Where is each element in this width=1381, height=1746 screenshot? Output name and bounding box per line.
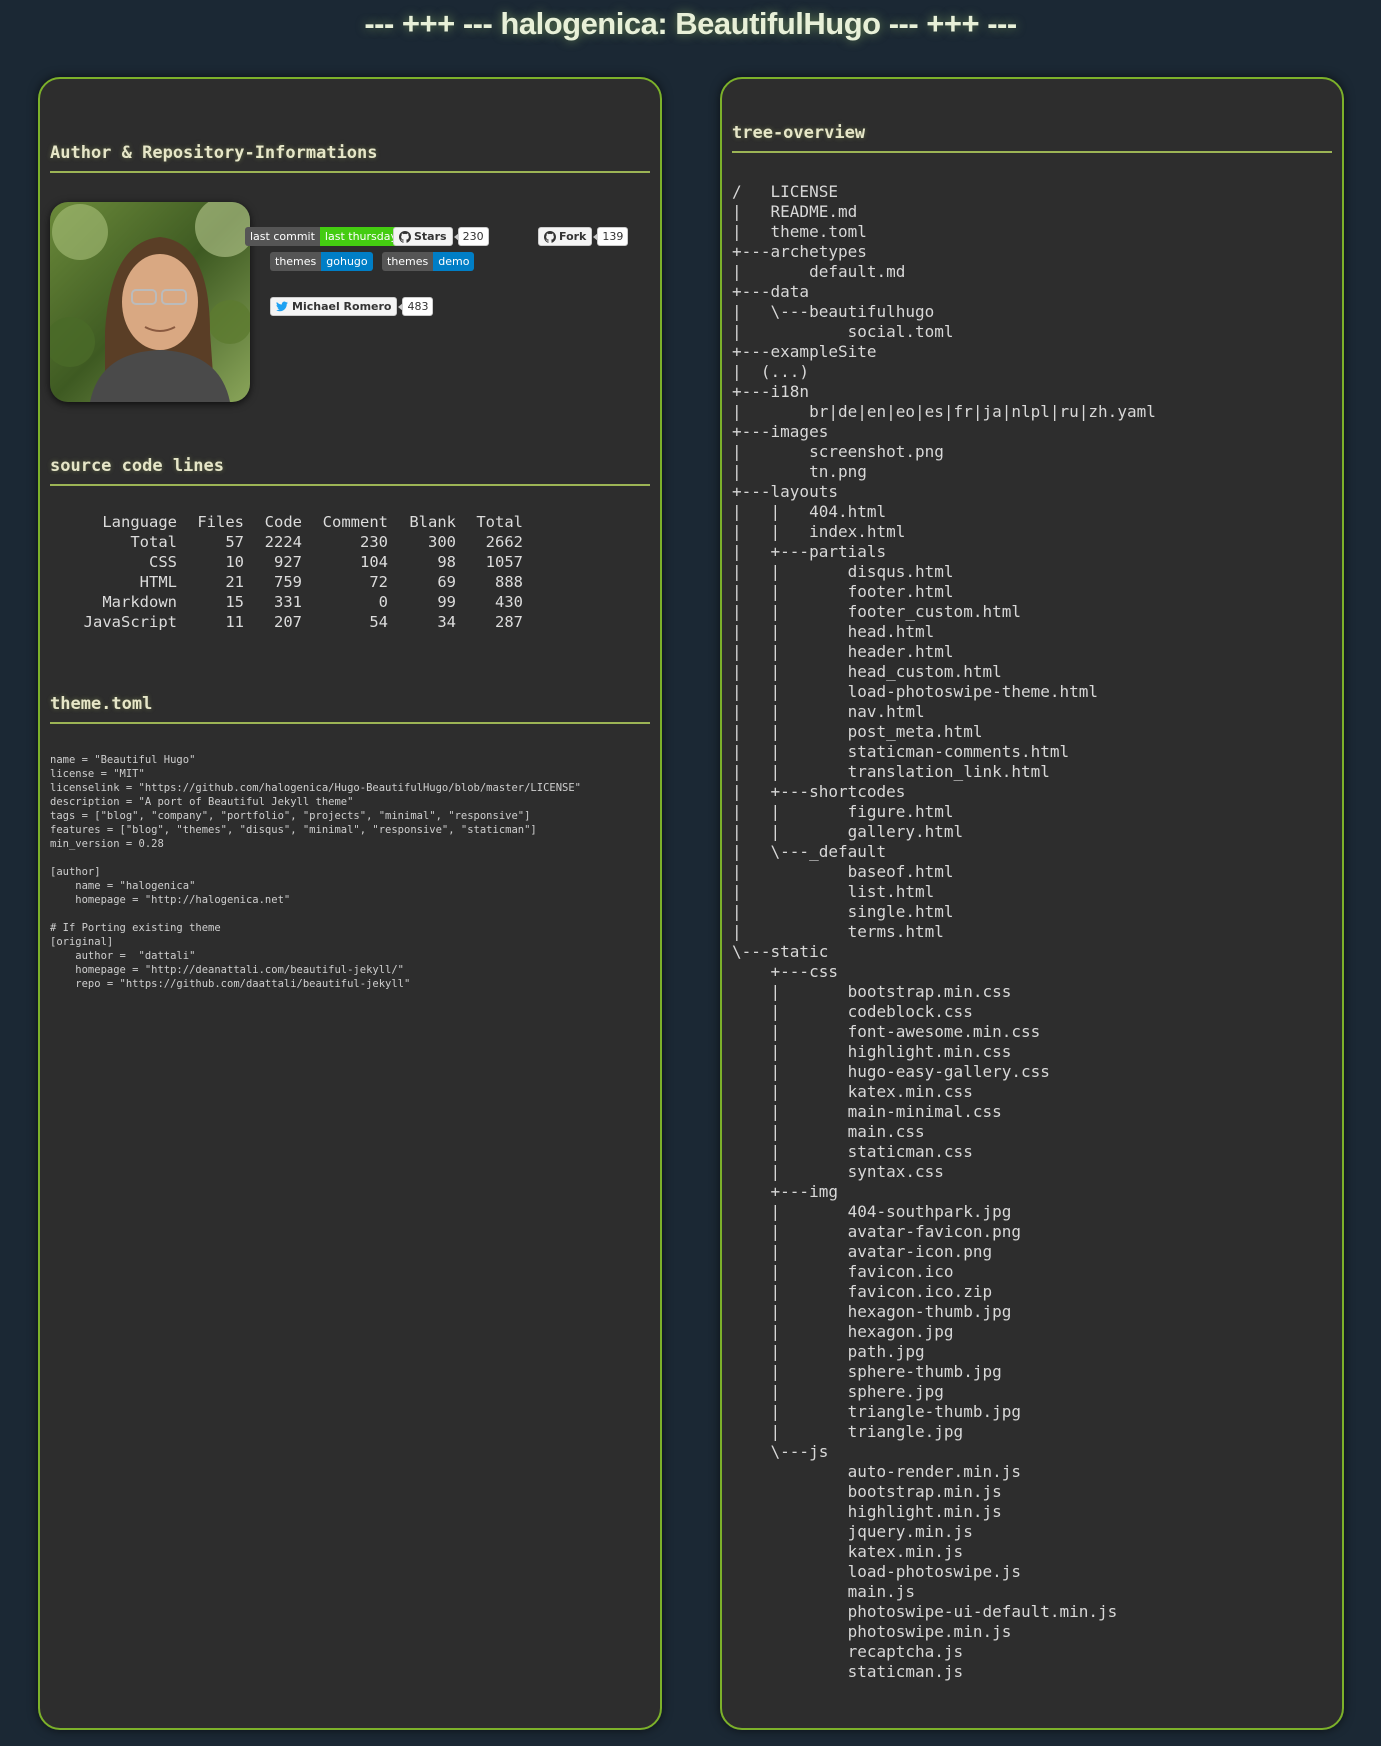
badge-value: gohugo [321,252,373,271]
author-avatar [50,202,250,402]
tree-section-heading: tree-overview [732,123,1332,153]
badge-label: themes [382,252,434,271]
twitter-count[interactable]: 483 [398,297,434,316]
table-row: Markdown 15 331 0 99 430 [60,592,523,612]
toml-code-block: name = "Beautiful Hugo" license = "MIT" … [50,754,582,990]
table-cell: 287 [495,613,523,631]
github-icon [544,230,556,243]
sloc-header: Files [197,513,244,531]
last-commit-badge[interactable]: last commit last thursday [245,227,403,246]
sloc-header: Blank [409,513,456,531]
table-cell: JavaScript [83,613,177,631]
sloc-header: Total [476,513,523,531]
table-cell: 104 [360,553,388,571]
toml-section-heading: theme.toml [50,694,650,724]
table-cell: 21 [225,573,244,591]
table-cell: 72 [369,573,388,591]
author-section-heading: Author & Repository-Informations [50,143,650,173]
badge-label: last commit [245,227,320,246]
table-cell: 207 [274,613,302,631]
table-cell: 15 [225,593,244,611]
fork-label: Fork [559,230,587,243]
table-cell: 230 [360,533,388,551]
table-cell: HTML [139,573,177,591]
sloc-section-heading: source code lines [50,456,650,486]
table-row: Total 57 2224 230 300 2662 [60,532,523,552]
github-stars-btn[interactable]: Stars [393,227,453,246]
table-cell: 759 [274,573,302,591]
sloc-header: Language [102,513,177,531]
stars-label: Stars [414,230,447,243]
fork-count[interactable]: 139 [593,227,629,246]
table-cell: 300 [428,533,456,551]
table-cell: 99 [437,593,456,611]
twitter-follow-button[interactable]: Michael Romero 483 [270,297,434,316]
table-cell: 2224 [264,533,302,551]
page-title: --- +++ --- halogenica: BeautifulHugo --… [364,6,1017,41]
stars-count[interactable]: 230 [453,227,489,246]
badge-label: themes [270,252,322,271]
table-cell: 331 [274,593,302,611]
table-cell: 2662 [485,533,523,551]
table-cell: 98 [437,553,456,571]
badge-value: last thursday [319,227,403,246]
github-fork-button[interactable]: Fork 139 [538,227,629,246]
table-cell: Markdown [102,593,177,611]
github-icon [399,230,411,243]
sloc-header: Code [264,513,302,531]
badge-value: demo [433,252,475,271]
themes-demo-badge[interactable]: themes demo [382,252,475,271]
table-cell: 11 [225,613,244,631]
themes-gohugo-badge[interactable]: themes gohugo [270,252,373,271]
table-cell: CSS [149,553,177,571]
sloc-header-row: Language Files Code Comment Blank Total [60,512,523,532]
table-cell: 57 [225,533,244,551]
table-cell: 10 [225,553,244,571]
table-cell: 0 [378,593,388,611]
tree-panel: tree-overview / LICENSE | README.md | th… [720,77,1344,1730]
tree-listing: / LICENSE | README.md | theme.toml +---a… [732,182,1156,1681]
table-row: HTML 21 759 72 69 888 [60,572,523,592]
github-fork-btn[interactable]: Fork [538,227,593,246]
twitter-icon [276,301,288,312]
github-stars-button[interactable]: Stars 230 [393,227,489,246]
twitter-follow-btn[interactable]: Michael Romero [270,297,398,316]
table-cell: 54 [369,613,388,631]
table-cell: 888 [495,573,523,591]
table-cell: 1057 [485,553,523,571]
table-cell: 69 [437,573,456,591]
table-cell: 34 [437,613,456,631]
table-row: CSS 10 927 104 98 1057 [60,552,523,572]
table-cell: 430 [495,593,523,611]
table-cell: Total [130,533,177,551]
twitter-label: Michael Romero [292,300,392,313]
sloc-table: Language Files Code Comment Blank Total … [60,512,523,632]
table-row: JavaScript 11 207 54 34 287 [60,612,523,632]
sloc-header: Comment [322,513,388,531]
table-cell: 927 [274,553,302,571]
author-panel: Author & Repository-Informations last co… [38,77,662,1730]
